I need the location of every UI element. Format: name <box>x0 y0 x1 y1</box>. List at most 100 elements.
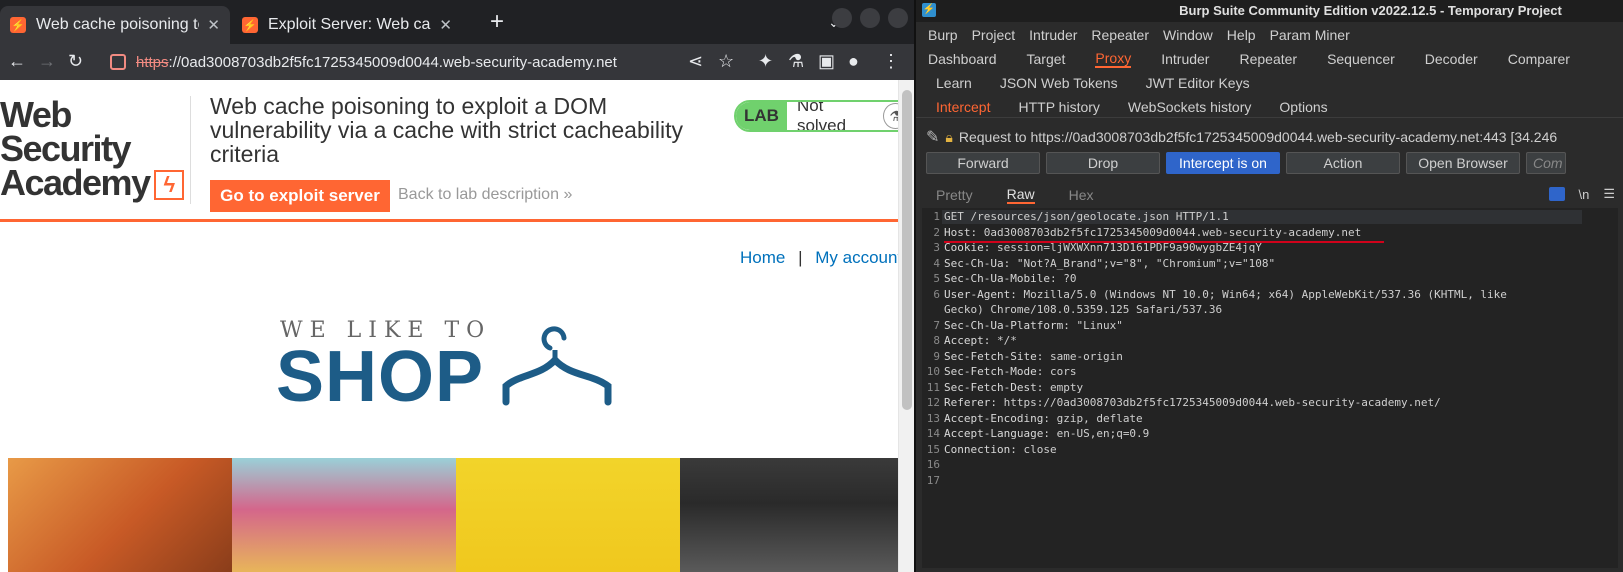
close-tab-icon[interactable]: ✕ <box>207 16 220 34</box>
word-wrap-icon[interactable] <box>1548 187 1565 201</box>
lab-status-badge: LAB Not solved ⚗ <box>734 100 914 132</box>
hamburger-menu-icon[interactable]: ☰ <box>1603 186 1615 202</box>
line-number: 12 <box>926 396 940 409</box>
line-number: 2 <box>933 225 940 239</box>
menu-kebab-icon[interactable]: ⋮ <box>882 51 900 71</box>
request-line: Sec-Fetch-Dest: empty <box>944 381 1083 394</box>
tab-websockets-history[interactable]: WebSockets history <box>1128 99 1251 115</box>
home-link[interactable]: Home <box>740 248 785 267</box>
lab-favicon-icon: ⚡ <box>10 17 26 33</box>
my-account-link[interactable]: My account <box>815 248 902 267</box>
back-arrow-icon[interactable]: ← <box>8 51 26 71</box>
open-browser-button[interactable]: Open Browser <box>1406 152 1520 174</box>
url-host: ://0ad3008703db2f5fc1725345009d0044.web-… <box>168 53 617 71</box>
tab-sequencer[interactable]: Sequencer <box>1327 51 1395 67</box>
intercept-toggle-button[interactable]: Intercept is on <box>1166 152 1280 174</box>
tab-http-history[interactable]: HTTP history <box>1018 99 1099 115</box>
header-name: Sec-Ch-Ua <box>944 256 1004 270</box>
header-rule <box>0 219 898 222</box>
reload-icon[interactable]: ↻ <box>68 51 83 71</box>
proxy-sub-tabs: Intercept HTTP history WebSockets histor… <box>916 96 1623 118</box>
header-value: : ?0 <box>1049 272 1077 285</box>
line-number: 5 <box>933 272 940 285</box>
new-tab-icon[interactable]: + <box>490 10 504 34</box>
hanger-icon <box>502 326 612 406</box>
minimize-icon[interactable] <box>832 8 852 28</box>
close-window-icon[interactable] <box>888 8 908 28</box>
request-editor[interactable]: 1 GET /resources/json/geolocate.json HTTP… <box>922 208 1618 568</box>
side-panel-icon[interactable]: ▣ <box>818 51 835 71</box>
line-number: 8 <box>933 334 940 347</box>
tab-dashboard[interactable]: Dashboard <box>928 51 997 67</box>
header-value: : empty <box>1036 380 1084 394</box>
bookmark-star-icon[interactable]: ☆ <box>718 51 734 71</box>
menu-burp[interactable]: Burp <box>928 27 958 43</box>
tab-intercept[interactable]: Intercept <box>936 99 990 115</box>
lock-icon: 🔒︎ <box>945 128 953 145</box>
lab-title: Web cache poisoning to exploit a DOM vul… <box>210 93 683 167</box>
logo-line-1: Web Security <box>0 94 132 169</box>
logo-line-2: Academy <box>0 162 151 203</box>
tab-target[interactable]: Target <box>1027 51 1066 67</box>
product-image[interactable] <box>232 458 456 572</box>
header-name: Sec-Ch-Ua-Platform <box>944 318 1064 332</box>
forward-arrow-icon[interactable]: → <box>38 51 56 71</box>
product-image[interactable] <box>680 458 898 572</box>
edit-pencil-icon[interactable]: ✎ <box>926 127 939 147</box>
back-link-label: Back to lab description <box>398 186 559 203</box>
line-number: 10 <box>926 365 940 378</box>
action-button[interactable]: Action <box>1286 152 1400 174</box>
tab-pretty[interactable]: Pretty <box>936 187 973 203</box>
red-underline-annotation <box>944 241 1384 243</box>
drop-button[interactable]: Drop <box>1046 152 1160 174</box>
shop-title: SHOP <box>276 337 485 417</box>
menu-project[interactable]: Project <box>972 27 1016 43</box>
profile-avatar-icon[interactable]: ● <box>848 51 859 71</box>
tab-jwt-editor-keys[interactable]: JWT Editor Keys <box>1146 75 1250 91</box>
tab-options[interactable]: Options <box>1279 99 1327 115</box>
scrollbar-thumb[interactable] <box>902 90 912 410</box>
labs-flask-icon[interactable]: ⚗ <box>788 51 804 71</box>
product-image[interactable] <box>456 458 680 572</box>
maximize-icon[interactable] <box>860 8 880 28</box>
menu-window[interactable]: Window <box>1163 27 1213 43</box>
extensions-puzzle-icon[interactable]: ✦ <box>758 51 773 71</box>
request-line: User-Agent: Mozilla/5.0 (Windows NT 10.0… <box>944 288 1507 301</box>
browser-tab-exploit[interactable]: ⚡ Exploit Server: Web cache ✕ <box>232 6 462 44</box>
tab-proxy[interactable]: Proxy <box>1095 50 1132 68</box>
line-number: 16 <box>926 458 940 471</box>
line-number: 6 <box>933 287 940 301</box>
tab-learn[interactable]: Learn <box>936 75 972 91</box>
tab-intruder[interactable]: Intruder <box>1161 51 1209 67</box>
comment-field[interactable]: Com <box>1526 152 1566 174</box>
go-to-exploit-server-button[interactable]: Go to exploit server <box>210 180 390 212</box>
insecure-lock-icon[interactable] <box>110 54 126 70</box>
top-navigation: Home | My account <box>740 248 902 268</box>
share-icon[interactable]: ⋖ <box>688 51 703 71</box>
header-value: : Mozilla/5.0 (Windows NT 10.0; Win64; x… <box>1010 287 1507 301</box>
tab-comparer[interactable]: Comparer <box>1508 51 1570 67</box>
close-tab-icon[interactable]: ✕ <box>439 16 452 34</box>
header-name: Sec-Fetch-Site <box>944 349 1037 363</box>
tab-hex[interactable]: Hex <box>1069 187 1094 203</box>
tab-json-web-tokens[interactable]: JSON Web Tokens <box>1000 75 1118 91</box>
lab-status-text: Not solved <box>796 100 847 132</box>
menu-help[interactable]: Help <box>1227 27 1256 43</box>
address-bar[interactable]: https ://0ad3008703db2f5fc1725345009d004… <box>110 48 690 76</box>
line-number: 3 <box>933 241 940 254</box>
tab-raw[interactable]: Raw <box>1006 186 1035 204</box>
burp-suite-window: ⚡ Burp Suite Community Edition v2022.12.… <box>914 0 1623 572</box>
menu-repeater[interactable]: Repeater <box>1091 27 1149 43</box>
menu-param-miner[interactable]: Param Miner <box>1270 27 1350 43</box>
tab-repeater[interactable]: Repeater <box>1239 51 1297 67</box>
back-to-lab-description-link[interactable]: Back to lab description » <box>398 186 572 204</box>
web-security-academy-logo[interactable]: Web Security Academy ϟ <box>0 94 190 203</box>
browser-tab-lab[interactable]: ⚡ Web cache poisoning to e ✕ <box>0 6 230 44</box>
menu-intruder[interactable]: Intruder <box>1029 27 1077 43</box>
page-scrollbar[interactable] <box>898 80 914 572</box>
header-divider <box>190 96 191 204</box>
newline-toggle[interactable]: \n <box>1579 187 1590 202</box>
tab-decoder[interactable]: Decoder <box>1425 51 1478 67</box>
forward-button[interactable]: Forward <box>926 152 1040 174</box>
product-image[interactable] <box>8 458 232 572</box>
